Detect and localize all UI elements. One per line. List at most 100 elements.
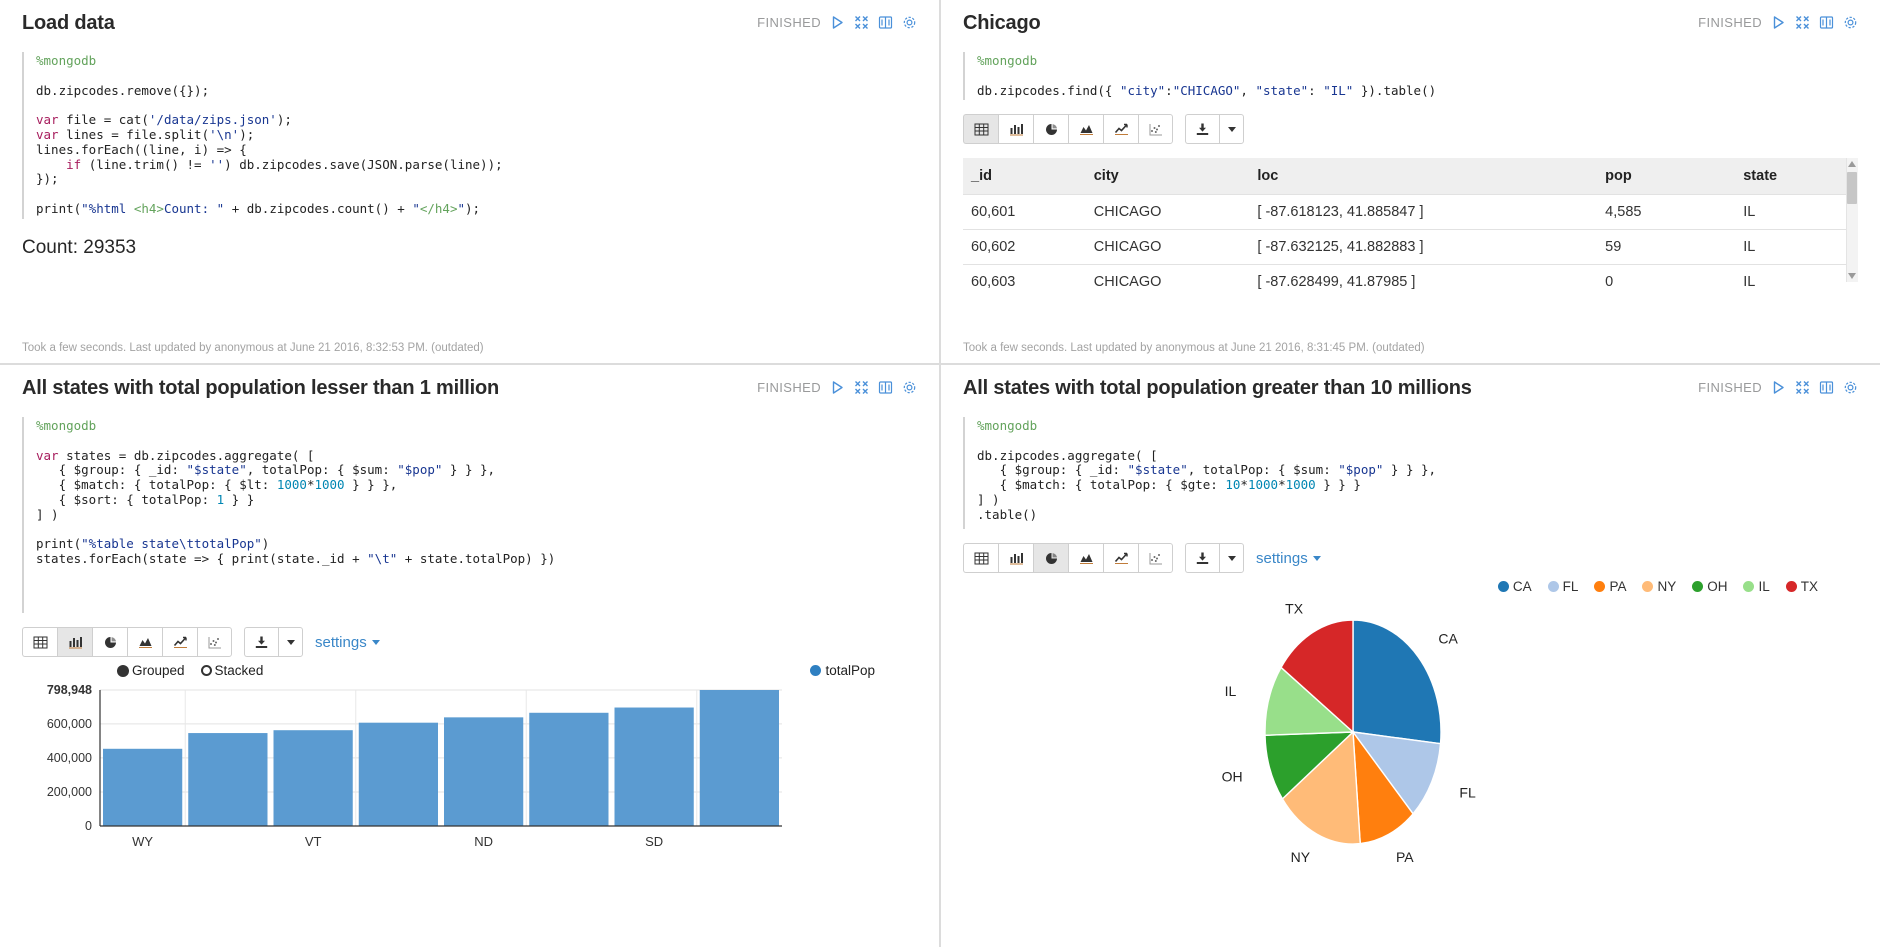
svg-text:798,948: 798,948 [47, 683, 92, 697]
download-dropdown-caret[interactable] [1219, 543, 1244, 573]
viz-bar-chart-button[interactable] [998, 543, 1033, 573]
svg-text:WY: WY [132, 834, 153, 849]
download-icon[interactable] [1185, 543, 1219, 573]
svg-text:VT: VT [305, 834, 322, 849]
column-header[interactable]: state [1735, 158, 1858, 195]
code-editor[interactable]: %mongodb db.zipcodes.remove({}); var fil… [22, 52, 917, 219]
svg-text:FL: FL [1459, 785, 1476, 801]
play-icon[interactable] [1771, 380, 1786, 395]
svg-text:SD: SD [645, 834, 663, 849]
result-table-wrapper: _id city loc pop state 60,601 CHICAGO [ … [963, 158, 1858, 299]
legend-label-totalpop: totalPop [825, 663, 875, 678]
caret-down-icon [1228, 556, 1236, 561]
bar-legend[interactable]: totalPop [810, 663, 875, 678]
paragraph-controls: FINISHED [1698, 375, 1858, 395]
gear-icon[interactable] [1843, 380, 1858, 395]
download-icon[interactable] [244, 627, 278, 657]
download-dropdown-caret[interactable] [278, 627, 303, 657]
column-header[interactable]: _id [963, 158, 1086, 195]
gear-icon[interactable] [902, 15, 917, 30]
svg-text:ND: ND [474, 834, 493, 849]
cell-city: CHICAGO [1086, 265, 1250, 300]
viz-line-chart-button[interactable] [1103, 543, 1138, 573]
play-icon[interactable] [1771, 15, 1786, 30]
book-icon[interactable] [878, 15, 893, 30]
cell-pop: 4,585 [1597, 195, 1735, 230]
scroll-down-icon[interactable] [1848, 273, 1856, 279]
play-icon[interactable] [830, 380, 845, 395]
legend-color-swatch [1642, 581, 1653, 592]
cell-city: CHICAGO [1086, 230, 1250, 265]
legend-item-pa[interactable]: PA [1594, 579, 1626, 594]
viz-pie-chart-button[interactable] [1033, 543, 1068, 573]
legend-color-swatch [810, 665, 821, 676]
download-dropdown-caret[interactable] [1219, 114, 1244, 144]
book-icon[interactable] [1819, 15, 1834, 30]
legend-item-tx[interactable]: TX [1786, 579, 1818, 594]
settings-toggle[interactable]: settings [315, 634, 380, 651]
viz-line-chart-button[interactable] [1103, 114, 1138, 144]
viz-scatter-chart-button[interactable] [1138, 114, 1173, 144]
column-header[interactable]: city [1086, 158, 1250, 195]
settings-toggle[interactable]: settings [1256, 550, 1321, 567]
table-row: 60,603 CHICAGO [ -87.628499, 41.87985 ] … [963, 265, 1858, 300]
paragraph-controls: FINISHED [1698, 10, 1858, 30]
column-header[interactable]: pop [1597, 158, 1735, 195]
table-row: 60,601 CHICAGO [ -87.618123, 41.885847 ]… [963, 195, 1858, 230]
legend-item-oh[interactable]: OH [1692, 579, 1727, 594]
code-editor[interactable]: %mongodb var states = db.zipcodes.aggreg… [22, 417, 917, 613]
column-header[interactable]: loc [1249, 158, 1597, 195]
legend-color-swatch [1498, 581, 1509, 592]
viz-button-group [22, 627, 232, 657]
book-icon[interactable] [878, 380, 893, 395]
collapse-icon[interactable] [854, 15, 869, 30]
paragraph-footer: Took a few seconds. Last updated by anon… [963, 342, 1425, 354]
viz-toolbar: settings [963, 543, 1858, 573]
gear-icon[interactable] [1843, 15, 1858, 30]
scroll-up-icon[interactable] [1848, 161, 1856, 167]
viz-scatter-chart-button[interactable] [1138, 543, 1173, 573]
viz-area-chart-button[interactable] [127, 627, 162, 657]
viz-table-button[interactable] [22, 627, 57, 657]
legend-label: FL [1563, 579, 1579, 594]
table-header-row: _id city loc pop state [963, 158, 1858, 195]
svg-text:IL: IL [1225, 683, 1237, 699]
viz-bar-chart-button[interactable] [998, 114, 1033, 144]
scrollbar-thumb[interactable] [1847, 172, 1857, 204]
table-scrollbar[interactable] [1846, 158, 1858, 282]
radio-stacked[interactable]: Stacked [201, 663, 264, 678]
paragraph-chicago: Chicago FINISHED %mongodb db.zipcodes.fi… [940, 0, 1880, 364]
collapse-icon[interactable] [854, 380, 869, 395]
radio-grouped[interactable]: Grouped [117, 663, 185, 678]
svg-text:600,000: 600,000 [47, 717, 92, 731]
play-icon[interactable] [830, 15, 845, 30]
viz-pie-chart-button[interactable] [92, 627, 127, 657]
code-editor[interactable]: %mongodb db.zipcodes.aggregate( [ { $gro… [963, 417, 1858, 529]
book-icon[interactable] [1819, 380, 1834, 395]
legend-item-il[interactable]: IL [1743, 579, 1769, 594]
page-title: Chicago [963, 10, 1041, 36]
code-editor[interactable]: %mongodb db.zipcodes.find({ "city":"CHIC… [963, 52, 1858, 100]
collapse-icon[interactable] [1795, 15, 1810, 30]
legend-item-ny[interactable]: NY [1642, 579, 1676, 594]
bar-mode-radio-group: Grouped Stacked [22, 663, 917, 678]
viz-table-button[interactable] [963, 543, 998, 573]
viz-scatter-chart-button[interactable] [197, 627, 232, 657]
download-icon[interactable] [1185, 114, 1219, 144]
legend-color-swatch [1548, 581, 1559, 592]
gear-icon[interactable] [902, 380, 917, 395]
status-badge: FINISHED [1698, 15, 1762, 30]
viz-bar-chart-button[interactable] [57, 627, 92, 657]
viz-pie-chart-button[interactable] [1033, 114, 1068, 144]
legend-item-ca[interactable]: CA [1498, 579, 1532, 594]
collapse-icon[interactable] [1795, 380, 1810, 395]
radio-grouped-label: Grouped [132, 663, 185, 678]
cell-state: IL [1735, 195, 1858, 230]
settings-label: settings [1256, 550, 1308, 567]
radio-selected-icon [117, 665, 129, 677]
viz-line-chart-button[interactable] [162, 627, 197, 657]
legend-item-fl[interactable]: FL [1548, 579, 1579, 594]
viz-area-chart-button[interactable] [1068, 114, 1103, 144]
viz-table-button[interactable] [963, 114, 998, 144]
viz-area-chart-button[interactable] [1068, 543, 1103, 573]
